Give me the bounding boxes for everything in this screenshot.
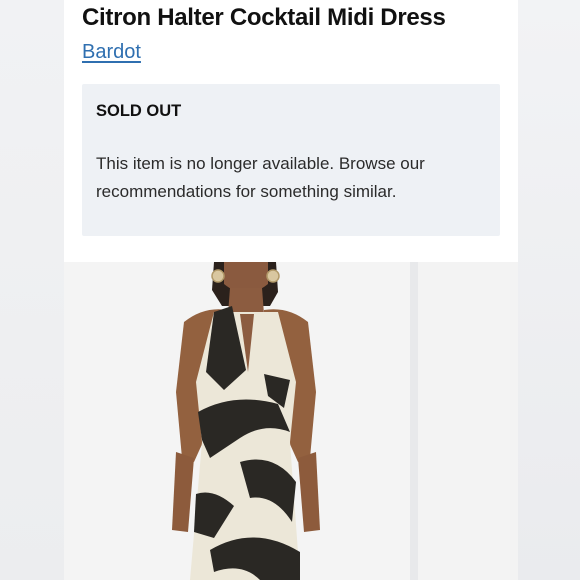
- product-info-card: Citron Halter Cocktail Midi Dress Bardot…: [64, 0, 518, 262]
- background-left: [0, 0, 64, 580]
- dress-photo: [64, 262, 410, 580]
- product-title: Citron Halter Cocktail Midi Dress: [82, 4, 446, 31]
- next-image-thumbnail[interactable]: [418, 262, 518, 580]
- background-right: [518, 0, 580, 580]
- sold-out-notice: SOLD OUT This item is no longer availabl…: [82, 84, 500, 236]
- brand-link[interactable]: Bardot: [82, 41, 141, 64]
- gallery-divider: [410, 262, 418, 580]
- sold-out-message: This item is no longer available. Browse…: [96, 154, 425, 201]
- product-image[interactable]: [64, 262, 410, 580]
- sold-out-label: SOLD OUT: [96, 102, 182, 120]
